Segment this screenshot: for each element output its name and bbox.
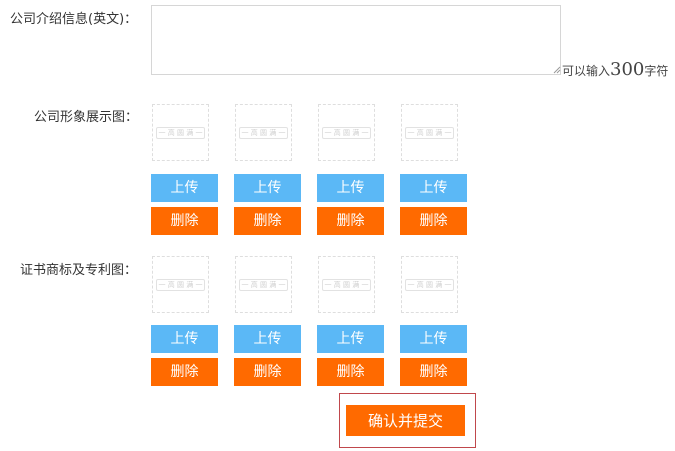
- cert-upload-button-1[interactable]: 上传: [151, 325, 218, 353]
- placeholder-watermark: 一 高 圆 满 一: [239, 279, 288, 291]
- intro-label: 公司介绍信息(英文)：: [10, 12, 138, 27]
- showcase-delete-button-4[interactable]: 删除: [400, 207, 467, 235]
- showcase-upload-button-4[interactable]: 上传: [400, 174, 467, 202]
- placeholder-watermark: 一 高 圆 满 一: [322, 279, 371, 291]
- cert-label: 证书商标及专利图：: [20, 263, 138, 278]
- showcase-delete-button-3[interactable]: 删除: [317, 207, 384, 235]
- submit-button[interactable]: 确认并提交: [346, 405, 465, 436]
- cert-image-placeholder-3: 一 高 圆 满 一: [318, 256, 375, 313]
- intro-textarea[interactable]: [151, 5, 561, 75]
- hint-prefix: 可以输入: [562, 64, 611, 78]
- cert-image-placeholder-1: 一 高 圆 满 一: [152, 256, 209, 313]
- cert-delete-button-3[interactable]: 删除: [317, 358, 384, 386]
- cert-delete-button-2[interactable]: 删除: [234, 358, 301, 386]
- cert-upload-button-2[interactable]: 上传: [234, 325, 301, 353]
- char-limit-hint: 可以输入300字符: [562, 59, 668, 80]
- placeholder-watermark: 一 高 圆 满 一: [239, 127, 288, 139]
- showcase-upload-button-1[interactable]: 上传: [151, 174, 218, 202]
- showcase-upload-button-2[interactable]: 上传: [234, 174, 301, 202]
- showcase-image-placeholder-4: 一 高 圆 满 一: [401, 104, 458, 161]
- showcase-image-placeholder-3: 一 高 圆 满 一: [318, 104, 375, 161]
- cert-delete-button-4[interactable]: 删除: [400, 358, 467, 386]
- showcase-image-placeholder-1: 一 高 圆 满 一: [152, 104, 209, 161]
- cert-upload-button-3[interactable]: 上传: [317, 325, 384, 353]
- resize-grip-icon[interactable]: [553, 66, 561, 74]
- cert-delete-button-1[interactable]: 删除: [151, 358, 218, 386]
- hint-count: 300: [610, 59, 645, 80]
- placeholder-watermark: 一 高 圆 满 一: [322, 127, 371, 139]
- placeholder-watermark: 一 高 圆 满 一: [405, 127, 454, 139]
- showcase-upload-button-3[interactable]: 上传: [317, 174, 384, 202]
- cert-upload-button-4[interactable]: 上传: [400, 325, 467, 353]
- showcase-delete-button-2[interactable]: 删除: [234, 207, 301, 235]
- showcase-delete-button-1[interactable]: 删除: [151, 207, 218, 235]
- placeholder-watermark: 一 高 圆 满 一: [156, 279, 205, 291]
- placeholder-watermark: 一 高 圆 满 一: [405, 279, 454, 291]
- showcase-image-placeholder-2: 一 高 圆 满 一: [235, 104, 292, 161]
- cert-image-placeholder-4: 一 高 圆 满 一: [401, 256, 458, 313]
- cert-image-placeholder-2: 一 高 圆 满 一: [235, 256, 292, 313]
- placeholder-watermark: 一 高 圆 满 一: [156, 127, 205, 139]
- hint-suffix: 字符: [644, 64, 669, 78]
- showcase-label: 公司形象展示图：: [34, 110, 139, 125]
